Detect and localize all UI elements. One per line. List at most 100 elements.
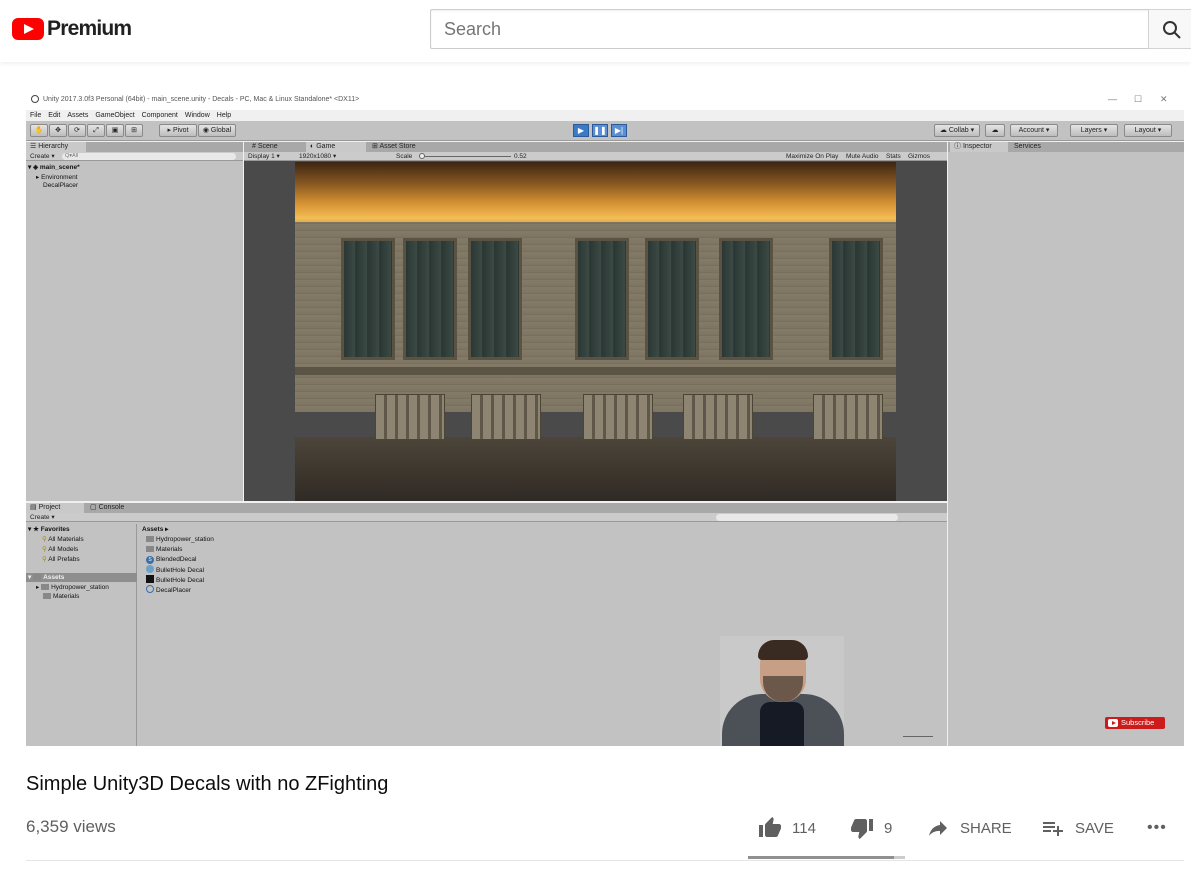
unity-window-title: Unity 2017.3.0f3 Personal (64bit) - main…	[43, 96, 360, 103]
hierarchy-tabbar: ☰ Hierarchy	[26, 142, 243, 152]
assets-breadcrumb[interactable]: Assets ▸	[142, 525, 168, 533]
play-button[interactable]: ▶	[573, 124, 589, 137]
asset-item-bullethole-decal-texture[interactable]: BulletHole Decal	[146, 575, 204, 584]
step-button[interactable]: ▶|	[611, 124, 627, 137]
hierarchy-item-label: Environment	[41, 174, 78, 181]
folder-icon	[41, 584, 50, 590]
search-button[interactable]	[1148, 9, 1191, 49]
mute-audio-toggle[interactable]: Mute Audio	[846, 152, 879, 161]
menu-file[interactable]: File	[30, 110, 41, 121]
youtube-premium-logo[interactable]: Premium	[12, 17, 132, 41]
menu-help[interactable]: Help	[217, 110, 231, 121]
pause-button[interactable]: ❚❚	[592, 124, 608, 137]
tree-item-materials[interactable]: Materials	[43, 593, 79, 600]
favorite-all-models[interactable]: ⚲ All Models	[42, 545, 78, 553]
pivot-toggle[interactable]: ▸ Pivot	[159, 124, 197, 137]
menu-edit[interactable]: Edit	[48, 110, 60, 121]
hierarchy-item-label: DecalPlacer	[43, 182, 79, 189]
asset-label: DecalPlacer	[156, 587, 192, 594]
presenter-shirt	[760, 702, 804, 746]
favorites-label: Favorites	[40, 526, 70, 533]
favorite-label: All Models	[48, 546, 79, 553]
asset-item-materials[interactable]: Materials	[146, 546, 182, 553]
search-input[interactable]	[430, 9, 1149, 49]
video-player[interactable]: Unity 2017.3.0f3 Personal (64bit) - main…	[26, 88, 1184, 746]
presenter-webcam	[720, 636, 844, 746]
unity-toolbar: ✋ ✥ ⟳ ⤢ ▣ ⊞ ▸ Pivot ◉ Global ▶ ❚❚ ▶| ☁ C…	[26, 121, 1184, 141]
global-toggle[interactable]: ◉ Global	[198, 124, 236, 137]
scene-root-item[interactable]: ▾ ◈ main_scene*	[28, 163, 80, 171]
tab-hierarchy[interactable]: ☰ Hierarchy	[26, 142, 86, 152]
center-tabbar: # Scene ◐ Game ⊞ Asset Store	[244, 142, 947, 152]
maximize-on-play-toggle[interactable]: Maximize On Play	[786, 152, 838, 161]
menu-assets[interactable]: Assets	[67, 110, 88, 121]
hand-tool-icon[interactable]: ✋	[30, 124, 48, 137]
tab-project[interactable]: ▤ Project	[26, 503, 84, 513]
tab-console[interactable]: ▢ Console	[86, 503, 136, 513]
asset-item-blendeddecal[interactable]: S BlendedDecal	[146, 556, 196, 564]
share-button[interactable]: SHARE	[926, 815, 1012, 841]
stats-toggle[interactable]: Stats	[886, 152, 901, 161]
assets-root-label: Assets	[43, 574, 65, 581]
scale-slider-thumb[interactable]	[419, 153, 425, 159]
tab-scene[interactable]: # Scene	[248, 142, 304, 152]
like-button[interactable]: 114	[758, 815, 816, 841]
ac-unit	[375, 394, 445, 440]
save-button[interactable]: SAVE	[1041, 815, 1114, 841]
menu-gameobject[interactable]: GameObject	[95, 110, 134, 121]
project-create-button[interactable]: Create	[30, 514, 50, 521]
tree-item-hydropower[interactable]: ▸ Hydropower_station	[36, 583, 109, 591]
assets-root-item[interactable]: ▾ Assets	[28, 573, 64, 581]
scale-tool-icon[interactable]: ⤢	[87, 124, 105, 137]
rotate-tool-icon[interactable]: ⟳	[68, 124, 86, 137]
share-icon	[929, 821, 947, 836]
resolution-dropdown[interactable]: 1920x1080 ▾	[299, 152, 336, 161]
gizmos-dropdown[interactable]: Gizmos	[908, 152, 930, 161]
asset-item-bullethole-decal-material[interactable]: BulletHole Decal	[146, 565, 204, 574]
subscribe-button[interactable]: Subscribe	[1105, 717, 1165, 729]
game-view[interactable]	[244, 162, 947, 501]
display-dropdown[interactable]: Display 1 ▾	[248, 152, 280, 161]
favorite-all-prefabs[interactable]: ⚲ All Prefabs	[42, 555, 80, 563]
asset-item-hydropower[interactable]: Hydropower_station	[146, 536, 214, 543]
layers-dropdown[interactable]: Layers ▾	[1070, 124, 1118, 137]
favorites-item[interactable]: ▾ ★ Favorites	[28, 525, 70, 533]
hierarchy-create-button[interactable]: Create	[30, 153, 50, 160]
maximize-icon[interactable]: ☐	[1134, 94, 1142, 105]
hierarchy-search-input[interactable]: Q▾All	[62, 153, 236, 160]
close-icon[interactable]: ✕	[1160, 94, 1168, 105]
collab-button[interactable]: ☁ Collab ▾	[934, 124, 980, 137]
project-tree: ▾ ★ Favorites ⚲ All Materials ⚲ All Mode…	[26, 524, 137, 746]
layout-dropdown[interactable]: Layout ▾	[1124, 124, 1172, 137]
asset-label: BlendedDecal	[156, 556, 197, 563]
save-label: SAVE	[1075, 819, 1114, 837]
dislike-count: 9	[884, 819, 893, 837]
asset-item-decalplacer[interactable]: DecalPlacer	[146, 585, 191, 594]
account-dropdown[interactable]: Account ▾	[1010, 124, 1058, 137]
tab-inspector[interactable]: ⓘ Inspector	[950, 142, 1008, 152]
hierarchy-item-environment[interactable]: ▸ Environment	[36, 173, 78, 181]
menu-window[interactable]: Window	[185, 110, 210, 121]
more-actions-button[interactable]: •••	[1147, 815, 1167, 841]
minimize-icon[interactable]: —	[1108, 94, 1117, 104]
icon-size-slider[interactable]	[903, 736, 933, 737]
dislike-button[interactable]: 9	[850, 815, 892, 841]
ac-unit	[683, 394, 753, 440]
search-icon: ⚲	[42, 536, 47, 543]
hierarchy-item-decalplacer[interactable]: DecalPlacer	[43, 182, 78, 189]
tree-item-label: Hydropower_station	[51, 584, 109, 591]
hierarchy-panel: ☰ Hierarchy Create ▾ Q▾All ▾ ◈ main_scen…	[26, 142, 243, 501]
transform-tool-icon[interactable]: ⊞	[125, 124, 143, 137]
tab-services[interactable]: Services	[1010, 142, 1060, 152]
tab-game[interactable]: ◐ Game	[306, 142, 366, 152]
scene-name: main_scene*	[39, 164, 80, 171]
scale-slider[interactable]	[419, 156, 511, 157]
move-tool-icon[interactable]: ✥	[49, 124, 67, 137]
tab-asset-store[interactable]: ⊞ Asset Store	[368, 142, 438, 152]
rect-tool-icon[interactable]: ▣	[106, 124, 124, 137]
cloud-icon[interactable]: ☁	[985, 124, 1005, 137]
project-search-input[interactable]	[716, 514, 898, 521]
favorite-all-materials[interactable]: ⚲ All Materials	[42, 535, 84, 543]
asset-label: BulletHole Decal	[156, 567, 205, 574]
menu-component[interactable]: Component	[142, 110, 178, 121]
